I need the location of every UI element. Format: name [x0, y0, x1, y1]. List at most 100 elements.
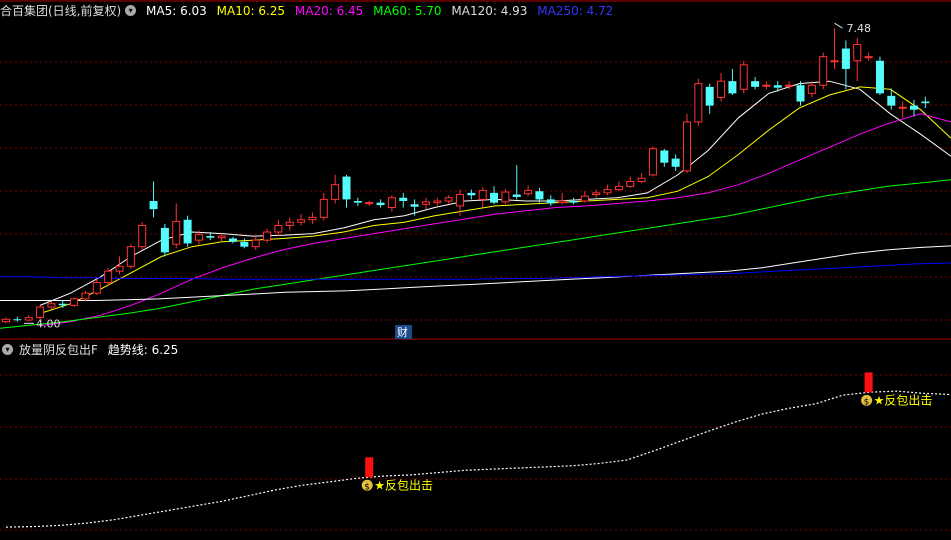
candle — [524, 185, 533, 197]
candle — [81, 290, 90, 302]
high-arrow — [834, 22, 843, 29]
candle-body — [683, 121, 691, 172]
sub-indicator: $ ★反包出击 $ ★反包出击 — [5, 372, 951, 528]
candle-body — [104, 270, 113, 284]
candle-body — [603, 189, 612, 194]
indicator-name[interactable]: 放量阴反包出F — [19, 343, 98, 357]
ma20-legend: MA20: 6.45 — [294, 4, 364, 18]
candle — [558, 192, 567, 205]
low-price-label: 4.00 — [36, 317, 61, 330]
signal-bar — [365, 457, 374, 478]
candle-body — [13, 319, 22, 321]
candle-body — [206, 236, 215, 238]
candle-body — [2, 318, 10, 323]
candle-body — [717, 80, 726, 98]
candle — [580, 191, 589, 203]
stock-chart[interactable]: 7.48 4.00 财 $ ★反包出击 $ ★反包出击 — [0, 0, 951, 540]
candle-body — [648, 148, 657, 176]
candle-body — [92, 282, 101, 294]
candle — [353, 197, 362, 206]
ma250-legend: MA250: 4.72 — [537, 4, 614, 18]
candle-body — [433, 200, 442, 204]
candle-body — [875, 60, 884, 94]
candle-body — [626, 180, 635, 187]
candle-body — [478, 189, 487, 200]
candle — [365, 201, 374, 206]
candle — [796, 81, 805, 106]
candle — [501, 188, 510, 205]
candle — [751, 77, 760, 90]
candle-body — [399, 197, 408, 202]
candle-body — [490, 192, 499, 203]
candle-body — [739, 64, 748, 90]
candle — [490, 186, 499, 205]
candle — [762, 81, 771, 90]
candle-body — [796, 85, 805, 102]
candle — [160, 223, 169, 257]
ma5-legend: MA5: 6.03 — [146, 4, 207, 18]
candle — [648, 146, 657, 177]
candle — [47, 301, 56, 310]
candle-body — [365, 202, 374, 205]
candle — [308, 212, 317, 224]
candle-body — [762, 84, 771, 87]
candle-body — [70, 298, 79, 306]
candle — [478, 187, 487, 208]
candle-body — [705, 86, 714, 106]
candle — [739, 60, 748, 94]
candle-body — [819, 56, 828, 86]
candle-body — [524, 189, 533, 195]
chevron-down-icon[interactable]: ▾ — [2, 344, 13, 355]
candle-body — [160, 227, 169, 253]
candle-body — [115, 265, 124, 272]
candle-body — [194, 233, 203, 241]
candle — [728, 68, 737, 96]
candle — [2, 317, 10, 324]
candle-body — [319, 198, 328, 218]
candle — [660, 148, 669, 167]
signal-label: ★反包出击 — [374, 478, 433, 492]
candle-body — [535, 191, 544, 200]
candle-body — [297, 219, 306, 223]
candle-body — [864, 56, 873, 59]
candle-body — [671, 158, 680, 167]
candle — [172, 203, 181, 249]
candle-body — [773, 85, 782, 88]
candle — [841, 40, 850, 90]
candle-body — [592, 192, 601, 195]
signal-marker: $ ★反包出击 — [860, 372, 932, 407]
candle-body — [353, 201, 362, 203]
candle — [546, 195, 555, 206]
candle-body — [807, 84, 816, 94]
trend-line — [5, 390, 951, 528]
stock-title[interactable]: 合百集团(日线,前复权) — [0, 4, 121, 18]
candle-body — [138, 224, 147, 248]
candle — [138, 222, 147, 250]
candle-body — [921, 101, 930, 104]
candle-body — [660, 150, 669, 163]
candle-body — [501, 191, 510, 203]
candle-body — [614, 185, 623, 191]
candle — [614, 181, 623, 192]
sub-header: ▾ 放量阴反包出F 趋势线: 6.25 — [0, 340, 184, 360]
candle — [297, 214, 306, 226]
ma60-legend: MA60: 5.70 — [373, 4, 442, 18]
candle — [13, 316, 22, 322]
candle-body — [580, 195, 589, 202]
signal-bar — [864, 372, 873, 393]
candle-body — [637, 177, 646, 182]
candle-body — [569, 201, 578, 203]
candle — [853, 37, 862, 82]
candle-body — [830, 60, 839, 63]
candle — [864, 52, 873, 61]
money-bag-symbol: $ — [364, 482, 370, 492]
candle — [512, 165, 521, 200]
candle-body — [898, 106, 907, 109]
chevron-down-icon[interactable]: ▾ — [125, 5, 137, 16]
candle — [773, 81, 782, 92]
candle-body — [785, 84, 794, 87]
candle — [875, 56, 884, 96]
candle-body — [342, 176, 351, 200]
main-header: 合百集团(日线,前复权) ▾ MA5: 6.03 MA10: 6.25 MA20:… — [0, 1, 619, 21]
candle-body — [421, 201, 430, 205]
